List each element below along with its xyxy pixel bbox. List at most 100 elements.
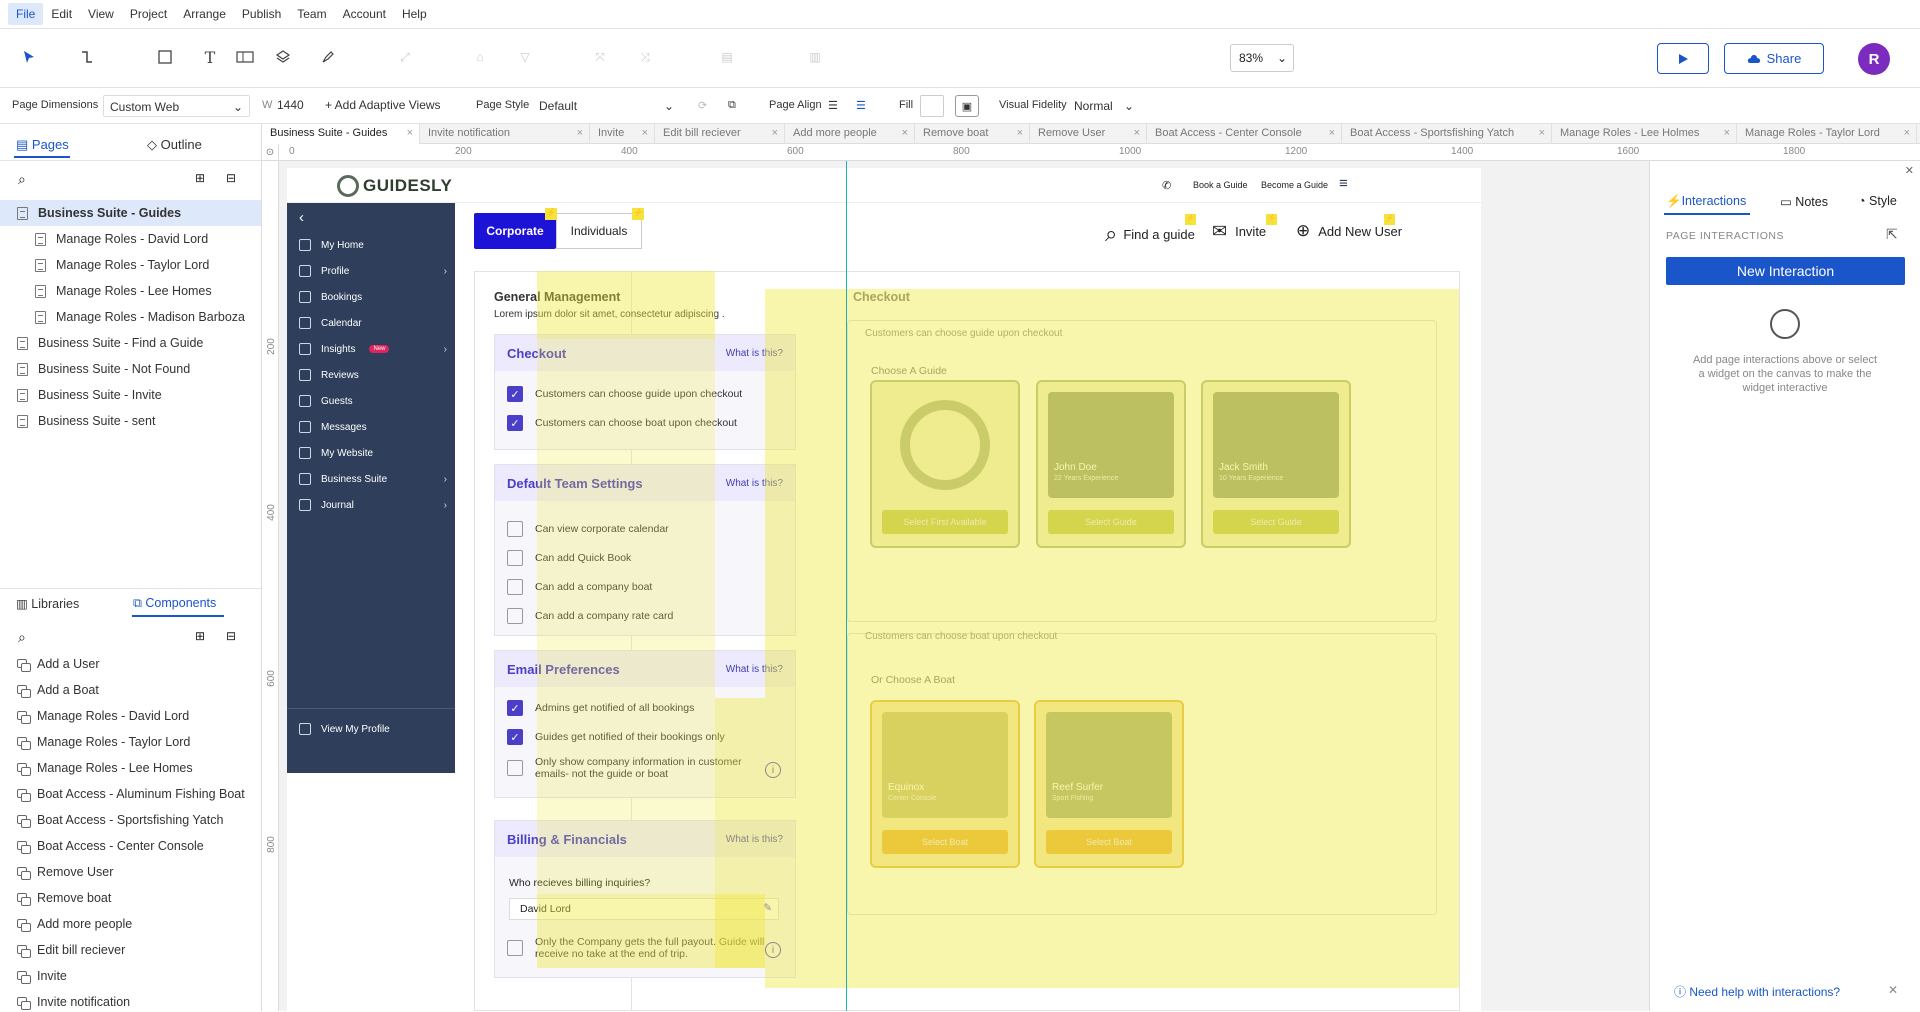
close-tab-icon[interactable]: × <box>577 127 583 139</box>
select-guide-button[interactable]: Select Guide <box>1048 510 1174 534</box>
email-option[interactable]: ✓ Admins get notified of all bookings <box>507 700 694 716</box>
app-nav-item[interactable]: My Website <box>299 447 449 459</box>
checkbox[interactable] <box>507 550 523 566</box>
tab-corporate[interactable]: Corporate <box>474 213 556 249</box>
component-item[interactable]: Add more people <box>17 914 132 934</box>
checkbox[interactable] <box>507 608 523 624</box>
search-icon[interactable]: ⌕ <box>18 629 26 646</box>
book-guide-link[interactable]: Book a Guide <box>1193 180 1248 190</box>
avatar[interactable]: R <box>1858 43 1890 75</box>
close-tab-icon[interactable]: × <box>1134 127 1140 139</box>
checkbox[interactable] <box>507 940 523 956</box>
component-item[interactable]: Invite <box>17 966 67 986</box>
invite-button[interactable]: ✉ Invite <box>1212 221 1266 242</box>
phone-icon[interactable]: ✆ <box>1162 179 1171 192</box>
tab-libraries[interactable]: ▥ Libraries <box>16 596 79 611</box>
page-tree-item[interactable]: Business Suite - sent <box>0 408 261 434</box>
page-tree-item[interactable]: Manage Roles - Lee Homes <box>0 278 261 304</box>
close-tab-icon[interactable]: × <box>642 127 648 139</box>
tab-individuals[interactable]: Individuals <box>556 213 642 249</box>
app-nav-item[interactable]: Calendar <box>299 317 449 329</box>
menu-publish[interactable]: Publish <box>234 3 289 25</box>
component-item[interactable]: Remove User <box>17 862 113 882</box>
document-tab[interactable]: Business Suite - Guides × <box>262 124 420 144</box>
page-tree-item[interactable]: Business Suite - Invite <box>0 382 261 408</box>
ruler-origin-icon[interactable]: ⊙ <box>262 144 279 161</box>
app-nav-item[interactable]: Reviews <box>299 369 449 381</box>
close-tab-icon[interactable]: × <box>902 127 908 139</box>
app-nav-item[interactable]: Insights New › <box>299 343 449 355</box>
document-tab[interactable]: Manage Roles - Lee Holmes × <box>1552 124 1737 144</box>
arrange-icon[interactable]: ▥ <box>800 42 830 72</box>
page-style-select[interactable]: Default ⌄ <box>533 95 680 117</box>
team-option[interactable]: Can add a company rate card <box>507 608 673 624</box>
payout-option[interactable]: Only the Company gets the full payout. G… <box>507 936 767 960</box>
checkbox[interactable]: ✓ <box>507 415 523 431</box>
component-item[interactable]: Manage Roles - Lee Homes <box>17 758 193 778</box>
component-item[interactable]: Edit bill reciever <box>17 940 125 960</box>
component-item[interactable]: Add a Boat <box>17 680 99 700</box>
collapse-arrow-icon[interactable]: ‹ <box>299 209 304 226</box>
component-item[interactable]: Remove boat <box>17 888 111 908</box>
what-is-this-link[interactable]: What is this? <box>726 348 783 359</box>
email-option[interactable]: ✓ Guides get notified of their bookings o… <box>507 729 725 745</box>
select-tool-icon[interactable] <box>14 42 44 72</box>
app-nav-item[interactable]: Bookings <box>299 291 449 303</box>
app-nav-item[interactable]: Profile › <box>299 265 449 277</box>
component-item[interactable]: Invite notification <box>17 992 130 1012</box>
tab-components[interactable]: ⧉ Components <box>133 596 216 611</box>
guide-card[interactable]: Jack Smith 10 Years Experience Select Gu… <box>1201 380 1351 548</box>
filter-icon[interactable]: ▽ <box>510 42 540 72</box>
guide-card[interactable]: John Doe 22 Years Experience Select Guid… <box>1036 380 1186 548</box>
menu-arrange[interactable]: Arrange <box>175 3 234 25</box>
add-folder-icon[interactable]: ⊟ <box>226 629 236 643</box>
tab-outline[interactable]: ◇ Outline <box>147 137 202 153</box>
menu-help[interactable]: Help <box>394 3 435 25</box>
app-nav-item[interactable]: Business Suite › <box>299 473 449 485</box>
close-icon[interactable]: ✕ <box>1888 983 1898 997</box>
share-button[interactable]: Share <box>1724 43 1824 74</box>
menu-account[interactable]: Account <box>335 3 394 25</box>
select-boat-button[interactable]: Select Boat <box>882 830 1008 854</box>
close-tab-icon[interactable]: × <box>1724 127 1730 139</box>
align-left-icon[interactable]: ☰ <box>828 99 838 112</box>
close-tab-icon[interactable]: × <box>1017 127 1023 139</box>
page-tree-item[interactable]: Business Suite - Find a Guide <box>0 330 261 356</box>
info-icon[interactable]: i <box>765 942 781 958</box>
menu-edit[interactable]: Edit <box>43 3 80 25</box>
pen-tool-icon[interactable] <box>313 42 343 72</box>
document-tab[interactable]: Remove boat × <box>915 124 1030 144</box>
help-link[interactable]: ⓘ Need help with interactions? <box>1674 983 1840 1000</box>
billing-contact-input[interactable]: David Lord ✎ <box>509 898 779 920</box>
fill-color-swatch[interactable] <box>920 95 944 117</box>
menu-view[interactable]: View <box>80 3 122 25</box>
close-tab-icon[interactable]: × <box>1904 127 1910 139</box>
document-tab[interactable]: Boat Access - Center Console × <box>1147 124 1342 144</box>
app-nav-item[interactable]: Messages <box>299 421 449 433</box>
group-icon[interactable]: ⌂ <box>465 42 495 72</box>
checkbox[interactable] <box>507 760 523 776</box>
team-option[interactable]: Can add Quick Book <box>507 550 631 566</box>
menu-file[interactable]: File <box>8 3 44 25</box>
page-tree-item[interactable]: Manage Roles - Madison Barboza <box>0 304 261 330</box>
style-link-icon[interactable]: ⟳ <box>698 99 707 112</box>
close-tab-icon[interactable]: × <box>407 127 413 139</box>
ungroup-icon[interactable]: ⤨ <box>630 42 660 72</box>
add-component-icon[interactable]: ⊞ <box>195 629 205 643</box>
close-tab-icon[interactable]: × <box>772 127 778 139</box>
zoom-select[interactable]: 83% ⌄ <box>1230 44 1294 72</box>
distribute-icon[interactable]: ⤧ <box>585 42 615 72</box>
canvas[interactable]: GUIDESLY ✆ Book a Guide Become a Guide ≡… <box>279 161 1649 1011</box>
add-page-icon[interactable]: ⊞ <box>195 171 205 185</box>
menu-team[interactable]: Team <box>289 3 334 25</box>
what-is-this-link[interactable]: What is this? <box>726 834 783 845</box>
become-guide-link[interactable]: Become a Guide <box>1261 180 1328 190</box>
component-item[interactable]: Boat Access - Aluminum Fishing Boat <box>17 784 245 804</box>
what-is-this-link[interactable]: What is this? <box>726 664 783 675</box>
team-option[interactable]: Can add a company boat <box>507 579 652 595</box>
add-adaptive-views-button[interactable]: + Add Adaptive Views <box>325 98 441 112</box>
page-tree-item[interactable]: Manage Roles - Taylor Lord <box>0 252 261 278</box>
document-tab[interactable]: Manage Roles - Taylor Lord × <box>1737 124 1917 144</box>
hotspot-tool-icon[interactable] <box>230 42 260 72</box>
component-item[interactable]: Manage Roles - David Lord <box>17 706 189 726</box>
